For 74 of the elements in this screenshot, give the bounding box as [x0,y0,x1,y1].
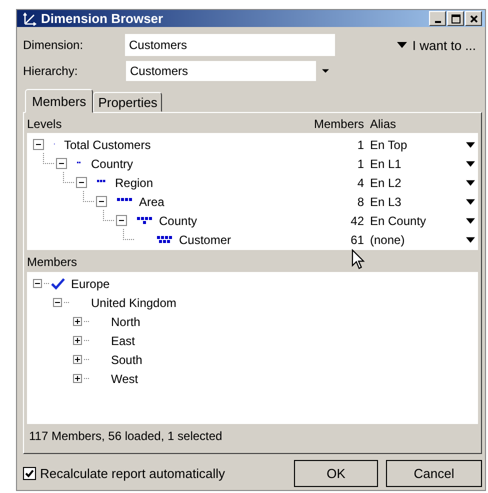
maximize-button[interactable] [447,11,464,26]
column-header: Levels [27,117,63,131]
collapse-icon[interactable] [76,177,87,188]
expand-icon[interactable] [73,336,82,345]
level-name: Customer [179,232,232,246]
collapse-icon[interactable] [33,279,42,288]
tree-connector [43,153,54,164]
close-icon [468,14,478,24]
level-name: Region [115,176,154,190]
column-header: Alias [370,117,398,131]
dropdown-arrow-icon [466,218,475,224]
level-name: Total Customers [64,138,151,152]
tree-connector [63,172,74,183]
close-button[interactable] [465,11,482,26]
level-icon [137,217,153,224]
dimension-field[interactable]: Customers [125,34,335,56]
tree-item[interactable]: West [111,372,138,386]
collapse-icon[interactable] [96,196,107,207]
tree-connector [123,229,134,240]
dropdown-arrow-icon [466,198,475,204]
alias-dropdown[interactable]: En L2 [370,176,478,190]
collapse-icon[interactable] [56,158,67,169]
collapse-icon[interactable] [33,139,44,150]
checkbox[interactable] [23,467,36,480]
alias-dropdown[interactable]: En L3 [370,194,478,208]
column-header: Members [312,117,365,131]
dropdown-arrow-icon [397,42,408,48]
tree-item[interactable]: Europe [71,276,110,290]
status-text: 117 Members, 56 loaded, 1 selected [28,428,224,445]
level-name: County [159,214,198,228]
hierarchy-label: Hierarchy: [23,64,79,78]
dialog-button[interactable]: OK [294,460,378,487]
alias-dropdown[interactable]: En County [370,214,478,228]
dropdown-arrow-icon [466,160,475,166]
hierarchy-dropdown[interactable]: Customers [125,60,335,82]
member-count: 61 [350,232,365,246]
tree-item[interactable]: East [111,334,136,348]
dropdown-arrow-icon [466,142,475,148]
section-heading: Members [27,254,78,271]
alias-dropdown[interactable]: (none) [370,232,478,246]
tree-item[interactable]: South [111,352,142,366]
tree-connector [83,191,94,202]
maximize-icon [450,14,460,24]
member-count: 1 [356,156,365,170]
member-count: 42 [350,214,365,228]
dialog-button[interactable]: Cancel [386,460,482,487]
level-icon [157,236,173,243]
i-want-to-menu[interactable]: I want to ... [397,38,482,52]
alias-dropdown[interactable]: En Top [370,138,478,152]
tab[interactable]: Members [25,89,94,113]
window-title: Dimension Browser [41,11,164,26]
collapse-icon[interactable] [53,298,62,307]
member-count: 4 [356,176,365,190]
expand-icon[interactable] [73,374,82,383]
tree-connector [103,210,114,221]
dropdown-arrow-icon [466,180,475,186]
tree-item[interactable]: North [111,314,140,328]
tab[interactable]: Properties [93,92,162,112]
member-count: 1 [356,138,365,152]
dropdown-arrow-icon [322,69,328,73]
minimize-icon [434,21,440,23]
level-name: Country [91,156,134,170]
member-count: 8 [356,194,365,208]
dimension-label: Dimension: [23,38,84,52]
axes-icon [23,12,37,26]
level-name: Area [139,194,164,208]
minimize-button[interactable] [429,11,446,26]
dropdown-arrow-icon [466,236,475,242]
expand-icon[interactable] [73,317,82,326]
checkbox-label: Recalculate report automatically [40,466,225,481]
tree-item[interactable]: United Kingdom [91,296,176,310]
collapse-icon[interactable] [116,215,127,226]
expand-icon[interactable] [73,355,82,364]
alias-dropdown[interactable]: En L1 [370,156,478,170]
